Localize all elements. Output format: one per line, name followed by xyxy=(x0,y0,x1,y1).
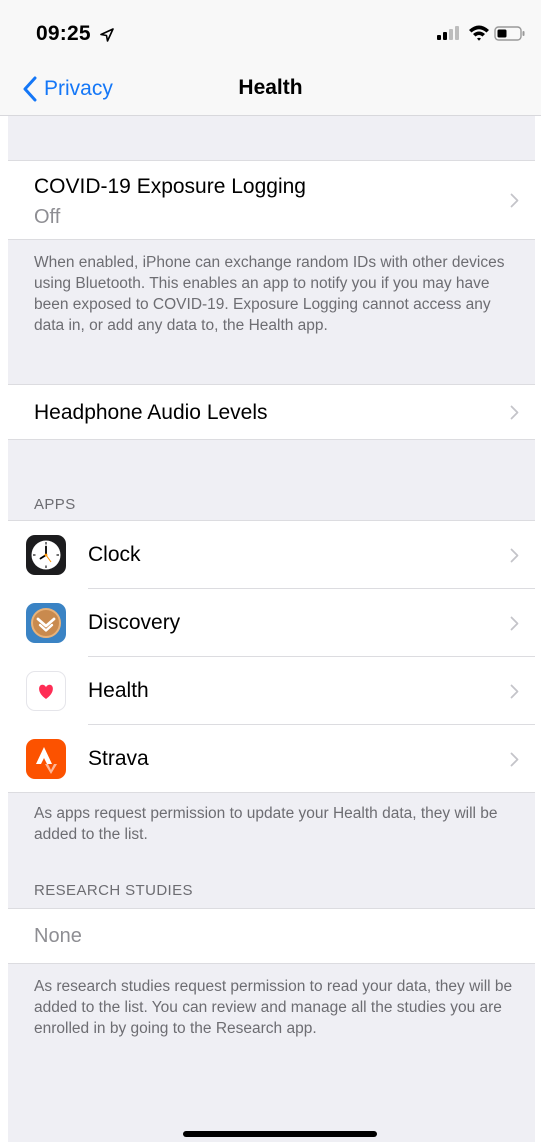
research-footer: As research studies request permission t… xyxy=(34,978,513,1037)
chevron-right-icon xyxy=(510,684,519,699)
location-arrow-icon xyxy=(100,28,114,42)
app-row-discovery[interactable]: Discovery xyxy=(8,589,535,657)
screen-edge-right xyxy=(535,0,541,1142)
status-time: 09:25 xyxy=(36,22,91,45)
clock-icon xyxy=(26,535,66,575)
health-heart-icon xyxy=(26,671,66,711)
discovery-icon xyxy=(26,603,66,643)
research-none-label: None xyxy=(34,925,82,947)
wifi-icon xyxy=(469,25,489,41)
exposure-logging-footer: When enabled, iPhone can exchange random… xyxy=(34,254,505,334)
chevron-right-icon xyxy=(510,616,519,631)
chevron-right-icon xyxy=(510,752,519,767)
battery-icon xyxy=(494,26,525,41)
chevron-right-icon xyxy=(510,405,519,420)
exposure-logging-value: Off xyxy=(34,206,61,228)
screen-edge-left xyxy=(0,0,8,1142)
status-bar: 09:25 xyxy=(0,0,541,62)
exposure-logging-row[interactable]: COVID-19 Exposure Logging Off xyxy=(8,160,535,240)
app-row-clock[interactable]: Clock xyxy=(8,521,535,589)
app-label-discovery: Discovery xyxy=(88,611,181,634)
strava-icon xyxy=(26,739,66,779)
app-label-health: Health xyxy=(88,679,149,702)
exposure-logging-title: COVID-19 Exposure Logging xyxy=(34,175,306,198)
app-row-health[interactable]: Health xyxy=(8,657,535,725)
headphone-audio-levels-title: Headphone Audio Levels xyxy=(34,401,268,424)
apps-footer: As apps request permission to update you… xyxy=(34,805,498,843)
app-label-clock: Clock xyxy=(88,543,141,566)
research-studies-row: None xyxy=(8,908,535,964)
apps-section-header: APPS xyxy=(34,496,76,513)
headphone-audio-levels-row[interactable]: Headphone Audio Levels xyxy=(8,384,535,440)
research-section-header: RESEARCH STUDIES xyxy=(34,882,193,899)
app-row-strava[interactable]: Strava xyxy=(8,725,535,793)
home-indicator[interactable] xyxy=(183,1131,377,1137)
app-label-strava: Strava xyxy=(88,747,149,770)
chevron-right-icon xyxy=(510,548,519,563)
cellular-signal-icon xyxy=(437,26,459,40)
page-title: Health xyxy=(238,76,303,99)
chevron-right-icon xyxy=(510,193,519,208)
